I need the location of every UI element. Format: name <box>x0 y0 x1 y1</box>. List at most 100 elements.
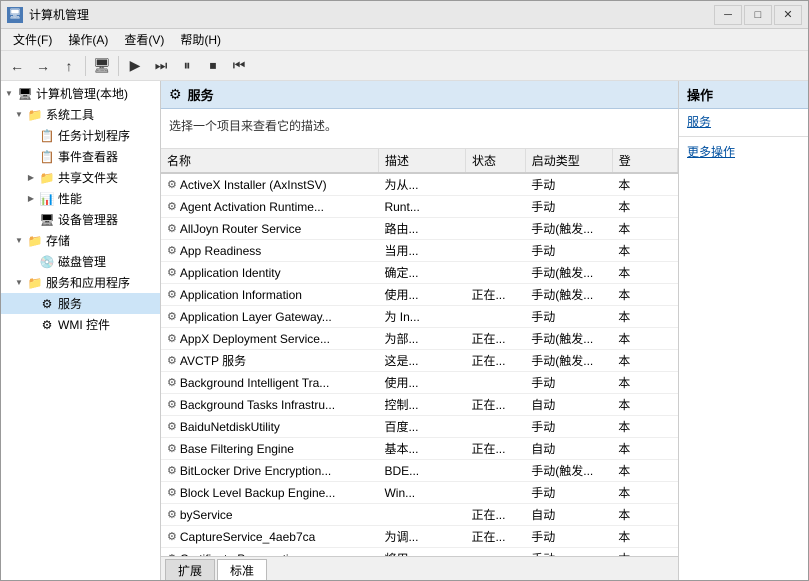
maximize-button[interactable]: □ <box>744 5 772 25</box>
service-desc: 为部... <box>378 328 465 350</box>
tree-panel: ▼ 🖥 计算机管理(本地) ▼ 📁 系统工具 📋 任务计划程序 📋 事件查看器 <box>1 81 161 580</box>
icon-root: 🖥 <box>17 86 33 102</box>
tree-item-events[interactable]: 📋 事件查看器 <box>1 146 160 167</box>
service-gear-icon: ⚙ <box>167 310 177 323</box>
close-button[interactable]: ✕ <box>774 5 802 25</box>
tree-item-systools[interactable]: ▼ 📁 系统工具 <box>1 104 160 125</box>
table-row[interactable]: ⚙ App Readiness 当用... 手动 本 <box>161 240 678 262</box>
expand-icon-sys: ▼ <box>13 109 25 121</box>
tab-standard[interactable]: 标准 <box>217 559 267 580</box>
icon-svcapps: 📁 <box>27 275 43 291</box>
icon-shared: 📁 <box>39 170 55 186</box>
table-row[interactable]: ⚙ AppX Deployment Service... 为部... 正在...… <box>161 328 678 350</box>
restart-button[interactable]: ⏮ <box>227 54 251 78</box>
service-logon: 本 <box>612 526 677 548</box>
tree-item-diskmgmt[interactable]: 💿 磁盘管理 <box>1 251 160 272</box>
table-row[interactable]: ⚙ BitLocker Drive Encryption... BDE... 手… <box>161 460 678 482</box>
table-row[interactable]: ⚙ Application Identity 确定... 手动(触发... 本 <box>161 262 678 284</box>
tree-item-perf[interactable]: ▶ 📊 性能 <box>1 188 160 209</box>
service-gear-icon: ⚙ <box>167 376 177 389</box>
table-row[interactable]: ⚙ BaiduNetdiskUtility 百度... 手动 本 <box>161 416 678 438</box>
action-more[interactable]: 更多操作 <box>679 139 808 164</box>
col-header-name[interactable]: 名称 <box>161 149 378 173</box>
menu-file[interactable]: 文件(F) <box>5 29 60 50</box>
col-header-logon[interactable]: 登 <box>612 149 677 173</box>
service-logon: 本 <box>612 218 677 240</box>
service-status <box>465 196 525 218</box>
service-gear-icon: ⚙ <box>167 530 177 543</box>
minimize-button[interactable]: ─ <box>714 5 742 25</box>
table-row[interactable]: ⚙ Background Intelligent Tra... 使用... 手动… <box>161 372 678 394</box>
service-gear-icon: ⚙ <box>167 332 177 345</box>
table-row[interactable]: ⚙ ActiveX Installer (AxInstSV) 为从... 手动 … <box>161 173 678 196</box>
up-button[interactable]: ↑ <box>57 54 81 78</box>
table-row[interactable]: ⚙ Base Filtering Engine 基本... 正在... 自动 本 <box>161 438 678 460</box>
service-desc: Runt... <box>378 196 465 218</box>
table-row[interactable]: ⚙ Application Information 使用... 正在... 手动… <box>161 284 678 306</box>
service-logon: 本 <box>612 438 677 460</box>
menu-action[interactable]: 操作(A) <box>60 29 116 50</box>
service-name: ⚙ ActiveX Installer (AxInstSV) <box>161 173 378 196</box>
menu-bar: 文件(F) 操作(A) 查看(V) 帮助(H) <box>1 29 808 51</box>
play-button[interactable]: ▶ <box>123 54 147 78</box>
table-row[interactable]: ⚙ Application Layer Gateway... 为 In... 手… <box>161 306 678 328</box>
service-status <box>465 372 525 394</box>
tree-item-wmi[interactable]: ⚙ WMI 控件 <box>1 314 160 335</box>
tree-item-root[interactable]: ▼ 🖥 计算机管理(本地) <box>1 83 160 104</box>
stop-button[interactable]: ⏹ <box>201 54 225 78</box>
tree-item-devmgr[interactable]: 🖥 设备管理器 <box>1 209 160 230</box>
service-name: ⚙ AVCTP 服务 <box>161 350 378 372</box>
description-area: 选择一个项目来查看它的描述。 <box>161 109 678 149</box>
tree-item-svcapps[interactable]: ▼ 📁 服务和应用程序 <box>1 272 160 293</box>
tree-item-services[interactable]: ⚙ 服务 <box>1 293 160 314</box>
window-title: 计算机管理 <box>29 6 89 23</box>
services-table[interactable]: 名称 描述 状态 启动类型 登 ⚙ ActiveX Installer (AxI… <box>161 149 678 556</box>
service-name: ⚙ Application Information <box>161 284 378 306</box>
service-logon: 本 <box>612 328 677 350</box>
service-startup: 自动 <box>525 438 612 460</box>
back-button[interactable]: ← <box>5 54 29 78</box>
service-name: ⚙ AppX Deployment Service... <box>161 328 378 350</box>
service-status <box>465 306 525 328</box>
service-startup: 自动 <box>525 504 612 526</box>
forward-button[interactable]: → <box>31 54 55 78</box>
show-hide-button[interactable]: 🖥 <box>90 54 114 78</box>
service-desc: 当用... <box>378 240 465 262</box>
pause-button[interactable]: ⏸ <box>175 54 199 78</box>
tree-item-tasks[interactable]: 📋 任务计划程序 <box>1 125 160 146</box>
description-text: 选择一个项目来查看它的描述。 <box>169 119 337 133</box>
expand-icon-devmgr <box>25 214 37 226</box>
table-row[interactable]: ⚙ byService 正在... 自动 本 <box>161 504 678 526</box>
label-storage: 存储 <box>46 232 70 249</box>
table-row[interactable]: ⚙ Block Level Backup Engine... Win... 手动… <box>161 482 678 504</box>
menu-help[interactable]: 帮助(H) <box>172 29 229 50</box>
table-row[interactable]: ⚙ CaptureService_4aeb7ca 为调... 正在... 手动 … <box>161 526 678 548</box>
tree-item-shared[interactable]: ▶ 📁 共享文件夹 <box>1 167 160 188</box>
col-header-status[interactable]: 状态 <box>465 149 525 173</box>
service-gear-icon: ⚙ <box>167 200 177 213</box>
table-row[interactable]: ⚙ Background Tasks Infrastru... 控制... 正在… <box>161 394 678 416</box>
col-header-startup[interactable]: 启动类型 <box>525 149 612 173</box>
expand-icon-root: ▼ <box>3 88 15 100</box>
col-header-desc[interactable]: 描述 <box>378 149 465 173</box>
service-gear-icon: ⚙ <box>167 398 177 411</box>
service-startup: 手动(触发... <box>525 284 612 306</box>
main-window: 🖥 计算机管理 ─ □ ✕ 文件(F) 操作(A) 查看(V) 帮助(H) ← … <box>0 0 809 581</box>
service-logon: 本 <box>612 416 677 438</box>
service-logon: 本 <box>612 284 677 306</box>
play-next-button[interactable]: ⏭ <box>149 54 173 78</box>
menu-view[interactable]: 查看(V) <box>116 29 172 50</box>
table-row[interactable]: ⚙ AllJoyn Router Service 路由... 手动(触发... … <box>161 218 678 240</box>
table-row[interactable]: ⚙ Certificate Propagation 将用... 手动 本 <box>161 548 678 557</box>
tab-extended[interactable]: 扩展 <box>165 559 215 580</box>
service-startup: 手动(触发... <box>525 328 612 350</box>
icon-storage: 📁 <box>27 233 43 249</box>
table-row[interactable]: ⚙ Agent Activation Runtime... Runt... 手动… <box>161 196 678 218</box>
action-services[interactable]: 服务 <box>679 109 808 134</box>
service-startup: 手动(触发... <box>525 262 612 284</box>
table-row[interactable]: ⚙ AVCTP 服务 这是... 正在... 手动(触发... 本 <box>161 350 678 372</box>
toolbar-sep2 <box>118 56 119 76</box>
label-services: 服务 <box>58 295 82 312</box>
tree-item-storage[interactable]: ▼ 📁 存储 <box>1 230 160 251</box>
service-startup: 手动 <box>525 240 612 262</box>
